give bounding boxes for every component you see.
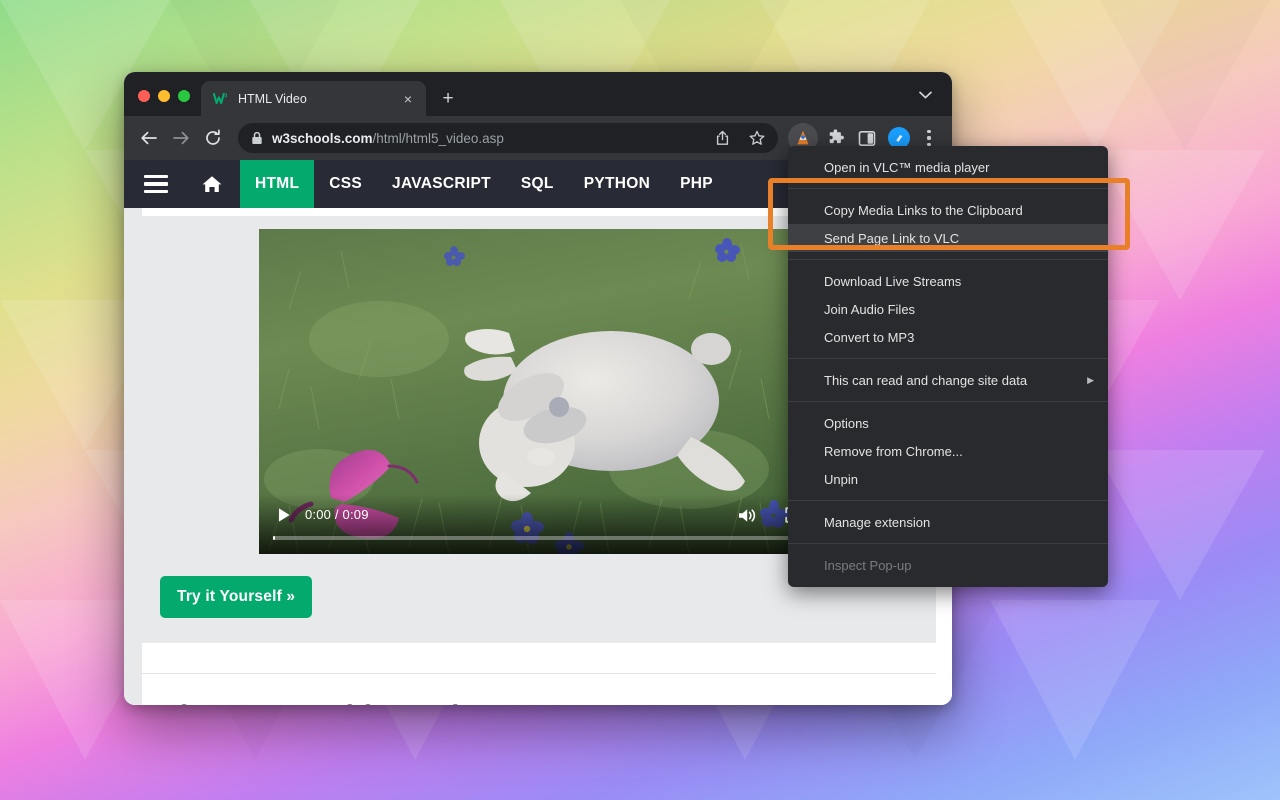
home-icon[interactable] <box>184 160 240 208</box>
menu-item-convert-to-mp3[interactable]: Convert to MP3 <box>788 323 1108 351</box>
menu-separator <box>788 259 1108 260</box>
menu-separator <box>788 401 1108 402</box>
forward-button[interactable] <box>166 123 196 153</box>
menu-item-remove-from-chrome[interactable]: Remove from Chrome... <box>788 437 1108 465</box>
close-tab-button[interactable]: × <box>399 90 417 108</box>
nav-item-python[interactable]: PYTHON <box>569 160 665 208</box>
hamburger-icon[interactable] <box>124 160 184 208</box>
reload-button[interactable] <box>198 123 228 153</box>
menu-item-manage-extension[interactable]: Manage extension <box>788 508 1108 536</box>
try-it-yourself-button[interactable]: Try it Yourself » <box>160 576 313 618</box>
back-button[interactable] <box>134 123 164 153</box>
video-player[interactable]: 0:00 / 0:09 <box>259 229 819 554</box>
page-heading: The HTML <video> Element <box>162 700 952 705</box>
close-window-button[interactable] <box>138 90 150 102</box>
extension-context-menu: Open in VLC™ media player Copy Media Lin… <box>788 146 1108 587</box>
star-icon[interactable] <box>744 125 770 151</box>
menu-item-inspect-popup: Inspect Pop-up <box>824 557 912 573</box>
menu-item-options[interactable]: Options <box>788 409 1108 437</box>
submenu-arrow-icon: ▶ <box>1087 374 1094 385</box>
desktop-wallpaper: 3 HTML Video × + w3schools.com/html/html… <box>0 0 1280 800</box>
url-path: /html/html5_video.asp <box>372 130 504 146</box>
menu-separator <box>788 358 1108 359</box>
tab-search-chevron-down-icon[interactable] <box>910 80 940 110</box>
video-progress-bar[interactable] <box>273 536 805 540</box>
tab-strip: 3 HTML Video × + <box>124 72 952 116</box>
volume-icon[interactable] <box>735 504 759 526</box>
play-icon[interactable] <box>273 504 295 526</box>
address-bar[interactable]: w3schools.com/html/html5_video.asp <box>238 123 778 153</box>
video-time-display: 0:00 / 0:09 <box>305 507 369 522</box>
menu-item-join-audio-files[interactable]: Join Audio Files <box>788 295 1108 323</box>
video-controls: 0:00 / 0:09 <box>259 494 819 554</box>
left-gutter <box>124 208 142 705</box>
nav-item-php[interactable]: PHP <box>665 160 728 208</box>
video-progress-fill <box>273 536 275 540</box>
svg-text:3: 3 <box>224 93 227 99</box>
menu-item-site-data-label: This can read and change site data <box>824 372 1028 388</box>
maximize-window-button[interactable] <box>178 90 190 102</box>
nav-item-javascript[interactable]: JAVASCRIPT <box>377 160 506 208</box>
w3schools-favicon: 3 <box>213 91 229 107</box>
url-text: w3schools.com/html/html5_video.asp <box>272 131 700 146</box>
share-icon[interactable] <box>709 125 735 151</box>
menu-item-download-live-streams[interactable]: Download Live Streams <box>788 267 1108 295</box>
menu-item-unpin[interactable]: Unpin <box>788 465 1108 493</box>
section-divider <box>142 673 936 674</box>
new-tab-button[interactable]: + <box>434 84 462 112</box>
menu-separator <box>788 500 1108 501</box>
menu-item-send-page-link-to-vlc[interactable]: Send Page Link to VLC <box>788 224 1108 252</box>
nav-item-sql[interactable]: SQL <box>506 160 569 208</box>
nav-item-css[interactable]: CSS <box>314 160 377 208</box>
lock-icon <box>251 131 263 145</box>
menu-item-open-in-vlc[interactable]: Open in VLC™ media player <box>788 153 1108 181</box>
window-controls <box>124 90 201 116</box>
minimize-window-button[interactable] <box>158 90 170 102</box>
nav-item-html[interactable]: HTML <box>240 160 315 208</box>
three-dot-menu[interactable] <box>916 130 942 146</box>
menu-separator <box>788 188 1108 189</box>
menu-item-copy-media-links[interactable]: Copy Media Links to the Clipboard <box>788 196 1108 224</box>
tab-title: HTML Video <box>238 91 307 106</box>
browser-tab[interactable]: 3 HTML Video × <box>201 81 426 116</box>
menu-separator <box>788 543 1108 544</box>
url-domain: w3schools.com <box>272 130 373 146</box>
menu-item-site-data[interactable]: This can read and change site data ▶ <box>788 366 1108 394</box>
